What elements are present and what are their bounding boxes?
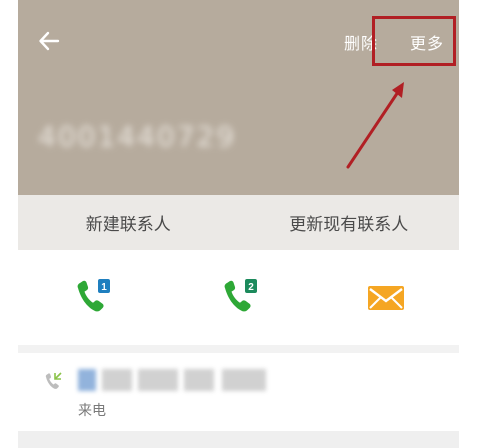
annotation-arrow bbox=[346, 82, 404, 169]
